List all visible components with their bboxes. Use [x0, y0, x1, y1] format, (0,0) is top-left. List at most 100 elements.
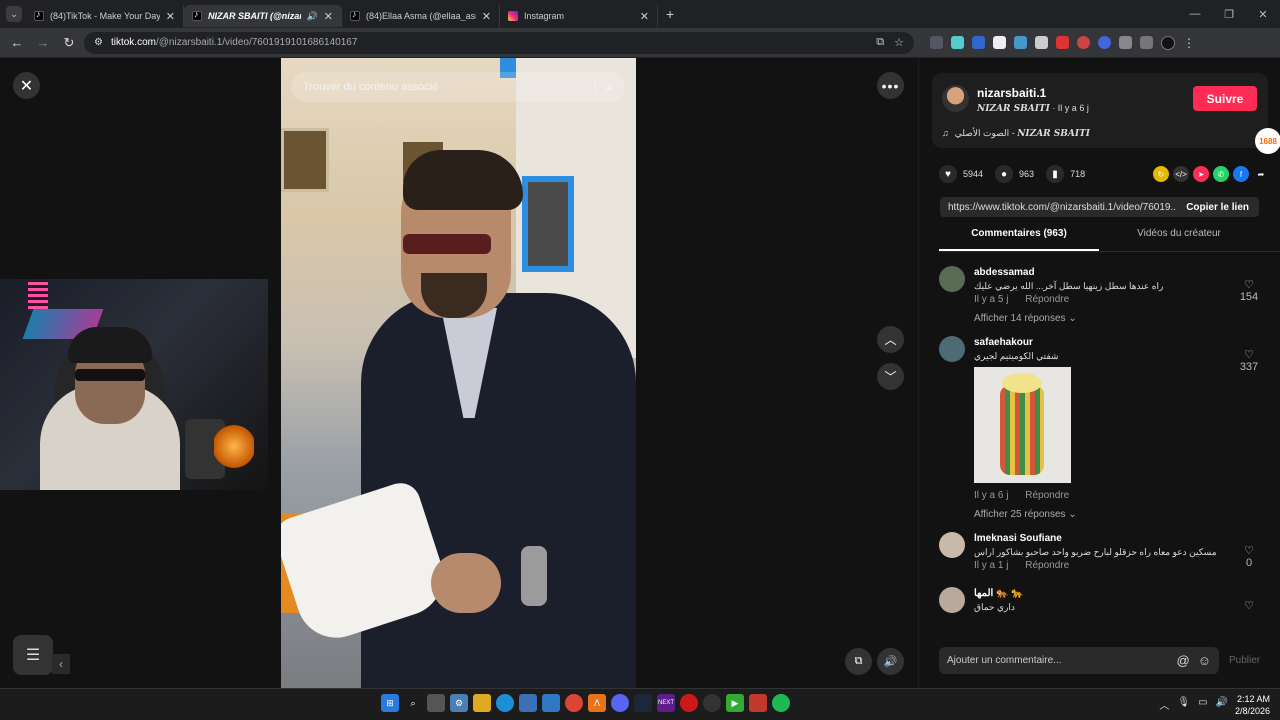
- tray-overflow-icon[interactable]: ︿: [1159, 697, 1169, 712]
- send-icon[interactable]: ➤: [1193, 166, 1209, 182]
- back-icon[interactable]: ←: [6, 32, 28, 54]
- more-options-icon[interactable]: •••: [877, 72, 904, 99]
- clock[interactable]: 2:12 AM 2/8/2026: [1235, 693, 1270, 717]
- post-button[interactable]: Publier: [1229, 655, 1260, 666]
- extension-icon[interactable]: [993, 36, 1006, 49]
- speaker-icon[interactable]: 🔊: [307, 11, 318, 22]
- mention-icon[interactable]: @: [1177, 653, 1190, 668]
- comment-input[interactable]: Ajouter un commentaire... @ ☺: [939, 647, 1219, 674]
- reply-button[interactable]: Répondre: [1025, 560, 1069, 571]
- discord-icon[interactable]: [611, 694, 629, 712]
- reply-button[interactable]: Répondre: [1025, 490, 1069, 501]
- store-icon[interactable]: [519, 694, 537, 712]
- site-info-icon[interactable]: ⚙: [94, 37, 103, 48]
- file-explorer-icon[interactable]: [473, 694, 491, 712]
- browser-tab[interactable]: (84)TikTok - Make Your Day ✕: [26, 5, 184, 27]
- address-bar[interactable]: ⚙ tiktok.com /@nizarsbaiti.1/video/76019…: [84, 31, 914, 54]
- floating-extension-badge[interactable]: 1688: [1255, 128, 1280, 154]
- browser-tab[interactable]: Instagram ✕: [500, 5, 658, 27]
- extension-icon[interactable]: [1056, 36, 1069, 49]
- facebook-icon[interactable]: f: [1233, 166, 1249, 182]
- repost-icon[interactable]: ↻: [1153, 166, 1169, 182]
- settings-icon[interactable]: ⚙: [450, 694, 468, 712]
- edge-icon[interactable]: [496, 694, 514, 712]
- like-button[interactable]: ♥ 5944: [939, 165, 983, 183]
- extension-icon[interactable]: [951, 36, 964, 49]
- next-app-icon[interactable]: NEXT: [657, 694, 675, 712]
- comment-username[interactable]: abdessamad: [974, 266, 1261, 279]
- volume-icon[interactable]: 🔊: [877, 648, 904, 675]
- emoji-icon[interactable]: ☺: [1198, 653, 1211, 668]
- comment-username[interactable]: safaehakour: [974, 336, 1261, 349]
- minimize-icon[interactable]: —: [1178, 8, 1212, 21]
- comment-username[interactable]: المها 🐅 🐆: [974, 587, 1261, 600]
- reply-button[interactable]: Répondre: [1025, 294, 1069, 305]
- extension-icon[interactable]: [1077, 36, 1090, 49]
- windows-start-icon[interactable]: ⊞: [381, 694, 399, 712]
- bookmark-star-icon[interactable]: ☆: [894, 36, 904, 49]
- tab-comments[interactable]: Commentaires (963): [939, 228, 1099, 251]
- task-view-icon[interactable]: [427, 694, 445, 712]
- mail-icon[interactable]: [542, 694, 560, 712]
- embed-icon[interactable]: </>: [1173, 166, 1189, 182]
- comment-like-button[interactable]: ♡ 337: [1237, 348, 1261, 373]
- browser-tab[interactable]: (84)Ellaa Asma (@ellaa_asmaa) ✕: [342, 5, 500, 27]
- avatar[interactable]: [939, 587, 965, 613]
- reload-icon[interactable]: ↻: [58, 32, 80, 54]
- profile-avatar[interactable]: [1161, 35, 1175, 50]
- avatar[interactable]: [942, 85, 969, 112]
- extension-icon[interactable]: [930, 36, 943, 49]
- extension-icon[interactable]: [1014, 36, 1027, 49]
- comment-like-button[interactable]: ♡ 0: [1237, 544, 1261, 569]
- app-icon[interactable]: Λ: [588, 694, 606, 712]
- download-icon[interactable]: [1035, 36, 1048, 49]
- obs-icon[interactable]: [703, 694, 721, 712]
- comment-image[interactable]: [974, 367, 1071, 483]
- spotify-icon[interactable]: [772, 694, 790, 712]
- extension-icon[interactable]: [1098, 36, 1111, 49]
- video-player[interactable]: Trouver du contenu associé ⌕: [281, 58, 636, 688]
- follow-button[interactable]: Suivre: [1193, 86, 1257, 111]
- tab-search-icon[interactable]: ⌄: [6, 6, 22, 22]
- avatar[interactable]: [939, 266, 965, 292]
- new-tab-button[interactable]: +: [658, 6, 682, 22]
- opera-icon[interactable]: [680, 694, 698, 712]
- video-link[interactable]: https://www.tiktok.com/@nizarsbaiti.1/vi…: [948, 202, 1176, 213]
- chrome-icon[interactable]: [565, 694, 583, 712]
- close-tab-icon[interactable]: ✕: [482, 10, 491, 23]
- comment-button[interactable]: ● 963: [995, 165, 1034, 183]
- close-icon[interactable]: ✕: [13, 72, 40, 99]
- menu-dots-icon[interactable]: ⋮: [1183, 36, 1195, 50]
- avatar[interactable]: [939, 532, 965, 558]
- extension-icon[interactable]: [972, 36, 985, 49]
- close-tab-icon[interactable]: ✕: [324, 10, 333, 23]
- picture-in-picture-icon[interactable]: ⧉: [845, 648, 872, 675]
- view-replies-button[interactable]: Afficher 14 réponses ⌄: [974, 313, 1261, 324]
- related-search-input[interactable]: Trouver du contenu associé ⌕: [291, 72, 625, 102]
- app-icon[interactable]: [749, 694, 767, 712]
- whatsapp-icon[interactable]: ✆: [1213, 166, 1229, 182]
- comment-like-button[interactable]: ♡ 154: [1237, 278, 1261, 303]
- browser-tab-active[interactable]: NIZAR SBAITI (@nizarsbaiti.1) 🔊 ✕: [184, 5, 342, 27]
- search-icon[interactable]: ⌕: [606, 80, 613, 95]
- forward-icon[interactable]: →: [32, 32, 54, 54]
- floating-menu-icon[interactable]: ☰: [13, 635, 53, 675]
- close-window-icon[interactable]: ✕: [1246, 8, 1280, 21]
- steam-icon[interactable]: [634, 694, 652, 712]
- view-replies-button[interactable]: Afficher 25 réponses ⌄: [974, 509, 1261, 520]
- comment-username[interactable]: lmeknasi Soufiane: [974, 532, 1261, 545]
- speaker-icon[interactable]: 🔊: [1216, 697, 1228, 712]
- reading-list-icon[interactable]: [1140, 36, 1153, 49]
- cast-icon[interactable]: ⧉: [876, 36, 884, 49]
- avatar[interactable]: [939, 336, 965, 362]
- restore-icon[interactable]: ❐: [1212, 8, 1246, 21]
- copy-link-button[interactable]: Copier le lien: [1176, 202, 1259, 213]
- author-username[interactable]: nizarsbaiti.1: [977, 86, 1046, 100]
- tab-creator-videos[interactable]: Vidéos du créateur: [1099, 228, 1259, 251]
- chevron-down-icon[interactable]: ﹀: [877, 363, 904, 390]
- chevron-up-icon[interactable]: ︿: [877, 326, 904, 353]
- comment-like-button[interactable]: ♡: [1237, 599, 1261, 612]
- puzzle-icon[interactable]: [1119, 36, 1132, 49]
- media-player-icon[interactable]: ▶: [726, 694, 744, 712]
- sound-link[interactable]: ♫ الصوت الأصلي - NIZAR SBAITI: [942, 128, 1090, 139]
